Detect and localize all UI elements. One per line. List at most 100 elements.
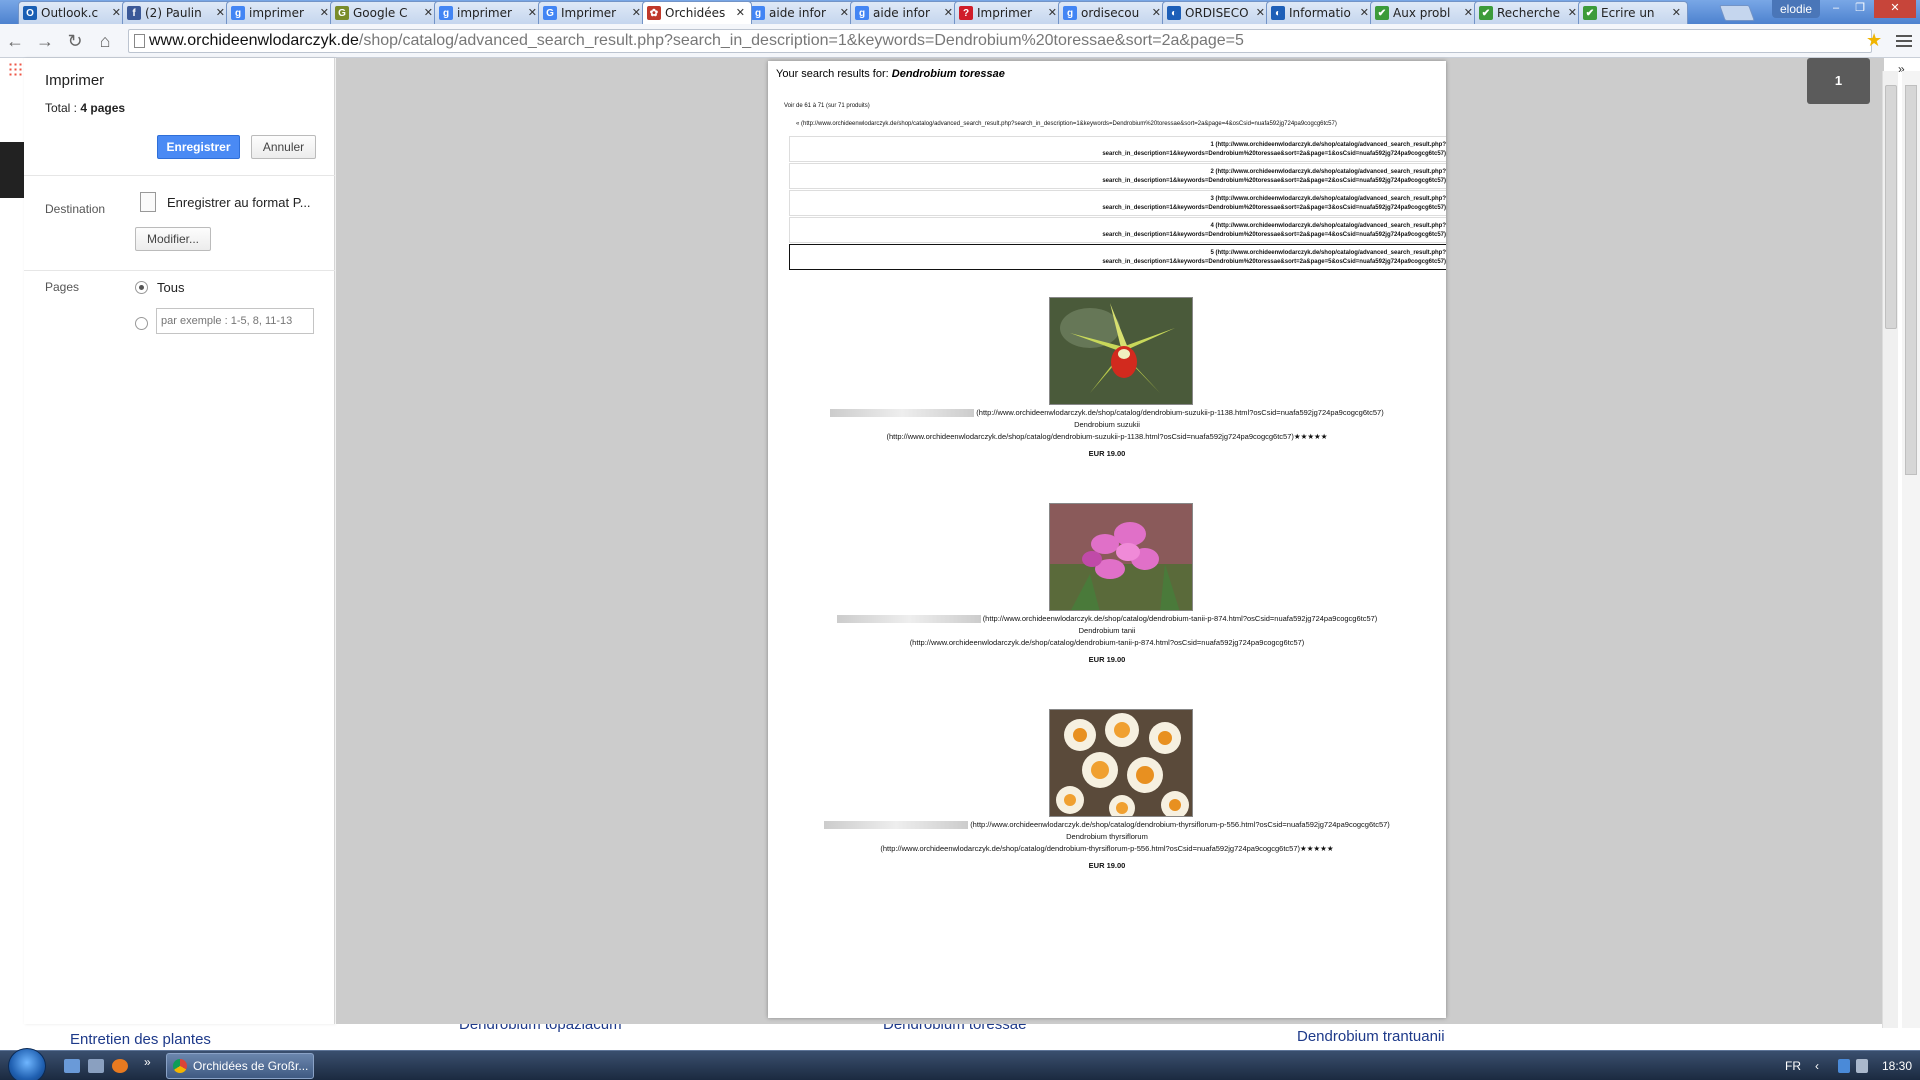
browser-tab[interactable]: g aide infor ✕	[850, 1, 960, 24]
pagination-item[interactable]: 4 (http://www.orchideenwlodarczyk.de/sho…	[789, 217, 1446, 243]
product-name-link[interactable]: (http://www.orchideenwlodarczyk.de/shop/…	[768, 432, 1446, 441]
product-name[interactable]: Dendrobium tanii	[768, 626, 1446, 635]
clock[interactable]: 18:30	[1882, 1059, 1912, 1073]
tab-favicon-icon: f	[127, 6, 141, 20]
browser-tab[interactable]: ✔ Recherche ✕	[1474, 1, 1584, 24]
browser-tab[interactable]: g aide infor ✕	[746, 1, 856, 24]
product-name[interactable]: Dendrobium suzukii	[768, 420, 1446, 429]
product-name-link[interactable]: (http://www.orchideenwlodarczyk.de/shop/…	[768, 638, 1446, 647]
under-link-trantuanii[interactable]: Dendrobium trantuanii	[1297, 1028, 1445, 1045]
tab-close-icon[interactable]: ✕	[1672, 6, 1681, 19]
reload-button[interactable]: ↻	[64, 30, 86, 52]
product-image-link[interactable]: (http://www.orchideenwlodarczyk.de/shop/…	[768, 614, 1446, 624]
language-indicator[interactable]: FR	[1785, 1059, 1801, 1073]
tab-close-icon[interactable]: ✕	[1152, 6, 1161, 19]
browser-tab[interactable]: G Imprimer ✕	[538, 1, 648, 24]
firefox-icon[interactable]	[112, 1059, 128, 1073]
divider	[24, 270, 335, 271]
maximize-button[interactable]: ❐	[1849, 0, 1871, 18]
tab-close-icon[interactable]: ✕	[216, 6, 225, 19]
tab-favicon-icon: ◐	[1167, 6, 1181, 20]
tab-close-icon[interactable]: ✕	[112, 6, 121, 19]
browser-tab[interactable]: G Google C ✕	[330, 1, 440, 24]
destination-label: Destination	[45, 202, 106, 216]
forward-button[interactable]: →	[34, 30, 56, 52]
browser-tab[interactable]: ◐ ORDISECO ✕	[1162, 1, 1272, 24]
pagination-item[interactable]: 1 (http://www.orchideenwlodarczyk.de/sho…	[789, 136, 1446, 162]
pages-all-radio[interactable]	[135, 281, 148, 294]
tab-close-icon[interactable]: ✕	[1360, 6, 1369, 19]
pagination-item[interactable]: 2 (http://www.orchideenwlodarczyk.de/sho…	[789, 163, 1446, 189]
browser-tab[interactable]: g imprimer ✕	[434, 1, 544, 24]
browser-tab[interactable]: ✔ Aux probl ✕	[1370, 1, 1480, 24]
quicklaunch-chevron-icon[interactable]: »	[144, 1055, 151, 1069]
tab-close-icon[interactable]: ✕	[320, 6, 329, 19]
browser-tab[interactable]: f (2) Paulin ✕	[122, 1, 232, 24]
volume-icon[interactable]	[1856, 1059, 1868, 1073]
pagination-link-line2: search_in_description=1&keywords=Dendrob…	[1102, 232, 1446, 238]
pagination-link-line2: search_in_description=1&keywords=Dendrob…	[1102, 151, 1446, 157]
prev-page-link[interactable]: « (http://www.orchideenwlodarczyk.de/sho…	[796, 121, 1337, 127]
tab-close-icon[interactable]: ✕	[424, 6, 433, 19]
browser-tab[interactable]: ◐ Informatio ✕	[1266, 1, 1376, 24]
product-image-link[interactable]: (http://www.orchideenwlodarczyk.de/shop/…	[768, 820, 1446, 830]
tab-close-icon[interactable]: ✕	[840, 6, 849, 19]
taskbar-chrome-app[interactable]: Orchidées de Großr...	[166, 1053, 314, 1079]
pagination-item-current[interactable]: 5 (http://www.orchideenwlodarczyk.de/sho…	[789, 244, 1446, 270]
save-button[interactable]: Enregistrer	[157, 135, 240, 159]
preview-scroll-thumb[interactable]	[1885, 85, 1897, 329]
explorer-icon[interactable]	[88, 1059, 104, 1073]
product-image-link[interactable]: (http://www.orchideenwlodarczyk.de/shop/…	[768, 408, 1446, 418]
print-title: Imprimer	[45, 72, 105, 89]
cancel-button[interactable]: Annuler	[251, 135, 316, 159]
product-name-link[interactable]: (http://www.orchideenwlodarczyk.de/shop/…	[768, 844, 1446, 853]
browser-tab[interactable]: O Outlook.c ✕	[18, 1, 128, 24]
user-profile-label[interactable]: elodie	[1772, 0, 1821, 18]
page-scroll-thumb[interactable]	[1905, 85, 1917, 475]
tab-close-icon[interactable]: ✕	[1048, 6, 1057, 19]
tab-close-icon[interactable]: ✕	[1568, 6, 1577, 19]
home-button[interactable]: ⌂	[94, 30, 116, 52]
tab-close-icon[interactable]: ✕	[736, 6, 745, 19]
menu-icon[interactable]	[1896, 32, 1912, 50]
tab-close-icon[interactable]: ✕	[1464, 6, 1473, 19]
pagination-link-line1: 5 (http://www.orchideenwlodarczyk.de/sho…	[1210, 250, 1447, 256]
product-image[interactable]	[1049, 709, 1193, 817]
address-bar[interactable]: www.orchideenwlodarczyk.de/shop/catalog/…	[128, 29, 1872, 53]
page-icon	[134, 34, 145, 48]
tab-favicon-icon: ◐	[1271, 6, 1285, 20]
browser-tab[interactable]: ✔ Ecrire un ✕	[1578, 1, 1688, 24]
new-tab-button[interactable]	[1719, 5, 1755, 21]
start-button[interactable]	[8, 1048, 46, 1080]
product-name[interactable]: Dendrobium thyrsiflorum	[768, 832, 1446, 841]
product-image[interactable]	[1049, 503, 1193, 611]
tray-chevron-icon[interactable]: ‹	[1815, 1059, 1819, 1073]
browser-tab[interactable]: g imprimer ✕	[226, 1, 336, 24]
tab-close-icon[interactable]: ✕	[528, 6, 537, 19]
preview-scrollbar[interactable]	[1882, 71, 1898, 1028]
underlying-sidebar-bar	[0, 142, 24, 198]
network-icon[interactable]	[1838, 1059, 1850, 1073]
tab-favicon-icon: G	[335, 6, 349, 20]
tab-close-icon[interactable]: ✕	[632, 6, 641, 19]
browser-tab[interactable]: ✿ Orchidées ✕	[642, 1, 752, 24]
modify-destination-button[interactable]: Modifier...	[135, 227, 211, 251]
show-desktop-icon[interactable]	[64, 1059, 80, 1073]
browser-tab[interactable]: g ordisecou ✕	[1058, 1, 1168, 24]
pages-custom-radio[interactable]	[135, 317, 148, 330]
browser-tab[interactable]: ? Imprimer ✕	[954, 1, 1064, 24]
back-button[interactable]: ←	[4, 30, 26, 52]
apps-icon[interactable]	[8, 62, 22, 76]
orchid-photo-suzukii	[1050, 298, 1192, 404]
product-image[interactable]	[1049, 297, 1193, 405]
tab-title: imprimer	[249, 6, 304, 20]
bookmark-star-icon[interactable]: ★	[1866, 30, 1882, 51]
close-window-button[interactable]: ✕	[1874, 0, 1916, 18]
page-scrollbar[interactable]	[1902, 71, 1920, 1028]
pages-range-input[interactable]	[156, 308, 314, 334]
tab-close-icon[interactable]: ✕	[1256, 6, 1265, 19]
under-link-entretien[interactable]: Entretien des plantes	[70, 1031, 211, 1048]
tab-close-icon[interactable]: ✕	[944, 6, 953, 19]
minimize-button[interactable]: –	[1825, 0, 1847, 18]
pagination-item[interactable]: 3 (http://www.orchideenwlodarczyk.de/sho…	[789, 190, 1446, 216]
